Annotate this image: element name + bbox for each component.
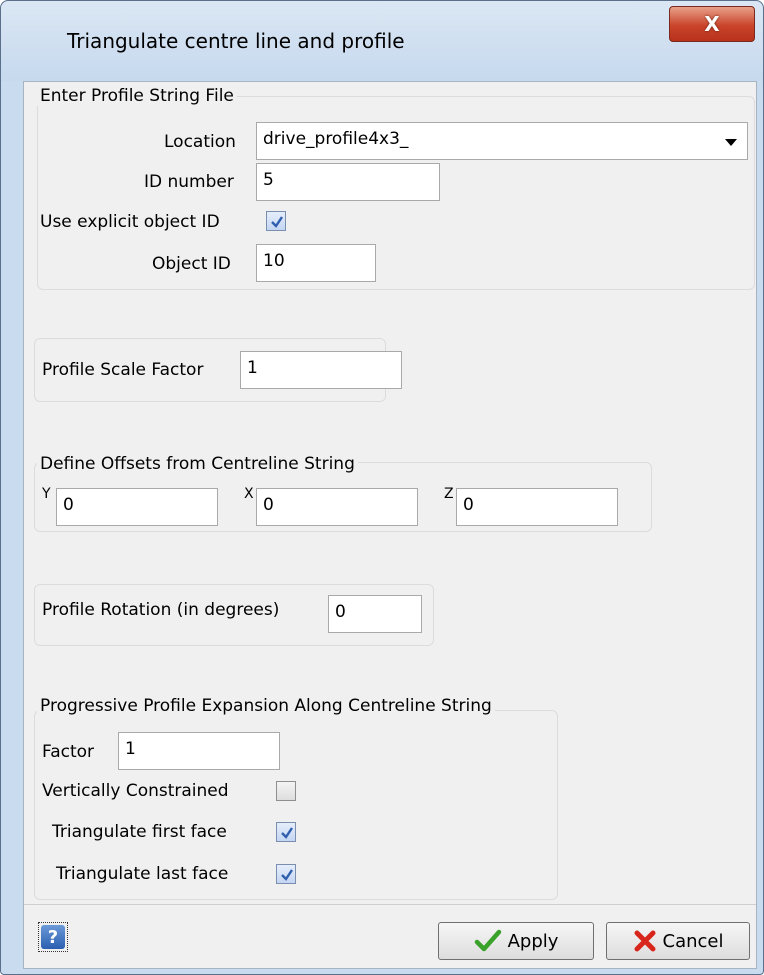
factor-label: Factor (42, 742, 95, 762)
apply-button[interactable]: Apply (438, 922, 594, 960)
cancel-x-icon (634, 930, 655, 952)
offset-y-label: Y (42, 486, 51, 502)
vertically-constrained-checkbox[interactable] (276, 781, 296, 801)
close-button[interactable]: X (669, 6, 755, 42)
help-icon: ? (41, 925, 65, 949)
offset-x-label: X (244, 486, 254, 502)
scale-factor-field[interactable]: 1 (240, 351, 402, 389)
triangulate-last-label: Triangulate last face (56, 864, 229, 884)
cancel-button[interactable]: Cancel (606, 922, 750, 960)
title-bar[interactable]: Triangulate centre line and profile X (1, 1, 763, 81)
offsets-group-title: Define Offsets from Centreline String (37, 454, 358, 474)
checkmark-icon (271, 216, 283, 228)
scale-factor-label: Profile Scale Factor (42, 360, 204, 380)
dialog-window: Triangulate centre line and profile X En… (0, 0, 764, 975)
help-button[interactable]: ? (38, 922, 68, 952)
id-number-label: ID number (144, 172, 234, 192)
location-label: Location (164, 132, 236, 152)
object-id-field[interactable]: 10 (256, 244, 376, 282)
rotation-field[interactable]: 0 (328, 595, 422, 633)
rotation-label: Profile Rotation (in degrees) (42, 600, 280, 620)
check-icon (474, 929, 501, 952)
cancel-label: Cancel (662, 930, 724, 952)
use-explicit-id-checkbox[interactable] (266, 211, 286, 231)
window-title: Triangulate centre line and profile (67, 29, 405, 53)
vertically-constrained-label: Vertically Constrained (42, 781, 229, 801)
triangulate-first-label: Triangulate first face (52, 822, 227, 842)
id-number-field[interactable]: 5 (256, 163, 440, 201)
checkmark-icon (281, 827, 293, 839)
offset-z-label: Z (444, 486, 454, 502)
location-value: drive_profile4x3_ (263, 129, 409, 149)
offset-y-field[interactable]: 0 (56, 488, 218, 526)
offset-z-field[interactable]: 0 (456, 488, 618, 526)
factor-field[interactable]: 1 (118, 732, 280, 770)
close-icon: X (704, 12, 720, 36)
checkmark-icon (281, 869, 293, 881)
offset-x-field[interactable]: 0 (256, 488, 418, 526)
triangulate-first-checkbox[interactable] (276, 822, 296, 842)
triangulate-last-checkbox[interactable] (276, 864, 296, 884)
use-explicit-id-label: Use explicit object ID (40, 212, 220, 232)
profile-file-group-title: Enter Profile String File (37, 86, 237, 106)
chevron-down-icon[interactable] (725, 139, 737, 146)
location-combo[interactable]: drive_profile4x3_ (256, 122, 748, 160)
apply-label: Apply (507, 930, 559, 952)
dialog-body: Enter Profile String File Location drive… (23, 81, 757, 969)
expansion-group-title: Progressive Profile Expansion Along Cent… (37, 696, 495, 716)
button-bar-divider (24, 904, 756, 905)
object-id-label: Object ID (152, 254, 231, 274)
